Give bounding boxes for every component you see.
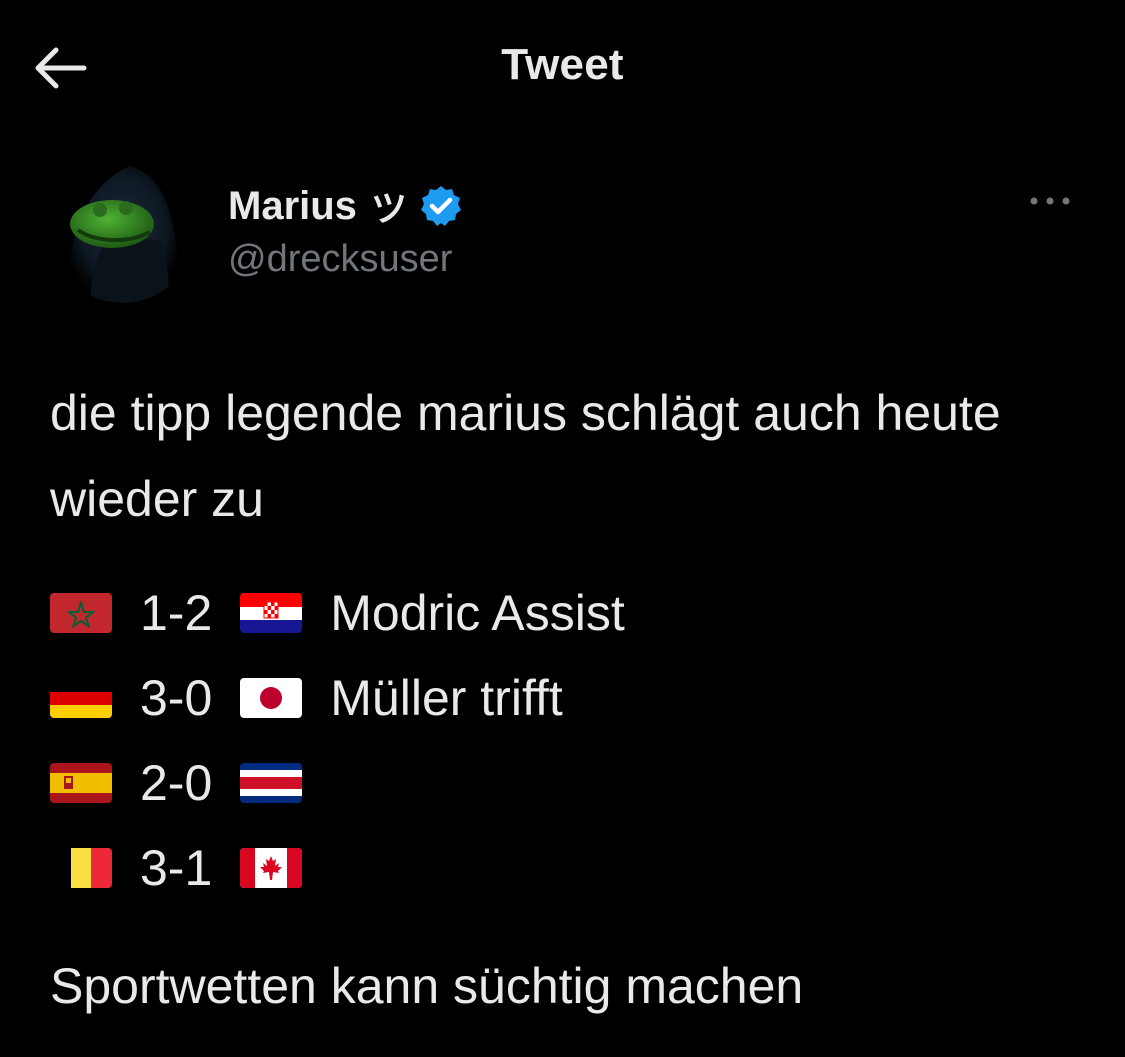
- user-handle[interactable]: @drecksuser: [228, 238, 452, 281]
- tweet-text: die tipp legende marius schlägt auch heu…: [50, 370, 1100, 1016]
- score: 1-2: [140, 584, 213, 641]
- list-item: 3-0 Müller trifft: [50, 655, 1100, 740]
- tweet-author: Marius ツ @drecksuser: [50, 158, 1075, 308]
- tweet-outro-text: Sportwetten kann süchtig machen: [50, 958, 804, 1014]
- tip-list: 1-2 Modric Assist 3-0 Müller trifft 2-0 …: [50, 570, 1100, 910]
- avatar[interactable]: [50, 158, 195, 303]
- name-symbol: ツ: [370, 189, 407, 230]
- display-name[interactable]: Marius: [228, 184, 357, 229]
- list-item: 3-1: [50, 825, 1100, 910]
- list-item: 1-2 Modric Assist: [50, 570, 1100, 655]
- page-title: Tweet: [501, 40, 624, 89]
- score: 2-0: [140, 754, 213, 811]
- score: 3-0: [140, 669, 213, 726]
- tip-comment: Modric Assist: [330, 584, 625, 641]
- score: 3-1: [140, 839, 213, 896]
- spain-flag-icon: [50, 762, 112, 803]
- verified-badge-icon[interactable]: [419, 184, 463, 228]
- croatia-flag-icon: [240, 592, 303, 633]
- costa-rica-flag-icon: [240, 762, 303, 803]
- hooded-kermit-avatar: [50, 158, 195, 303]
- tweet-intro-text: die tipp legende marius schlägt auch heu…: [50, 385, 1001, 527]
- belgium-flag-icon: [50, 847, 112, 888]
- tip-comment: Müller trifft: [330, 669, 563, 726]
- japan-flag-icon: [240, 677, 303, 718]
- top-bar: Tweet: [0, 0, 1125, 135]
- list-item: 2-0: [50, 740, 1100, 825]
- more-dots-icon: [1028, 194, 1072, 212]
- display-name-row[interactable]: Marius ツ: [228, 180, 463, 232]
- germany-flag-icon: [50, 677, 112, 718]
- morocco-flag-icon: [50, 592, 112, 633]
- canada-flag-icon: [240, 847, 303, 888]
- more-options-button[interactable]: [1025, 188, 1075, 218]
